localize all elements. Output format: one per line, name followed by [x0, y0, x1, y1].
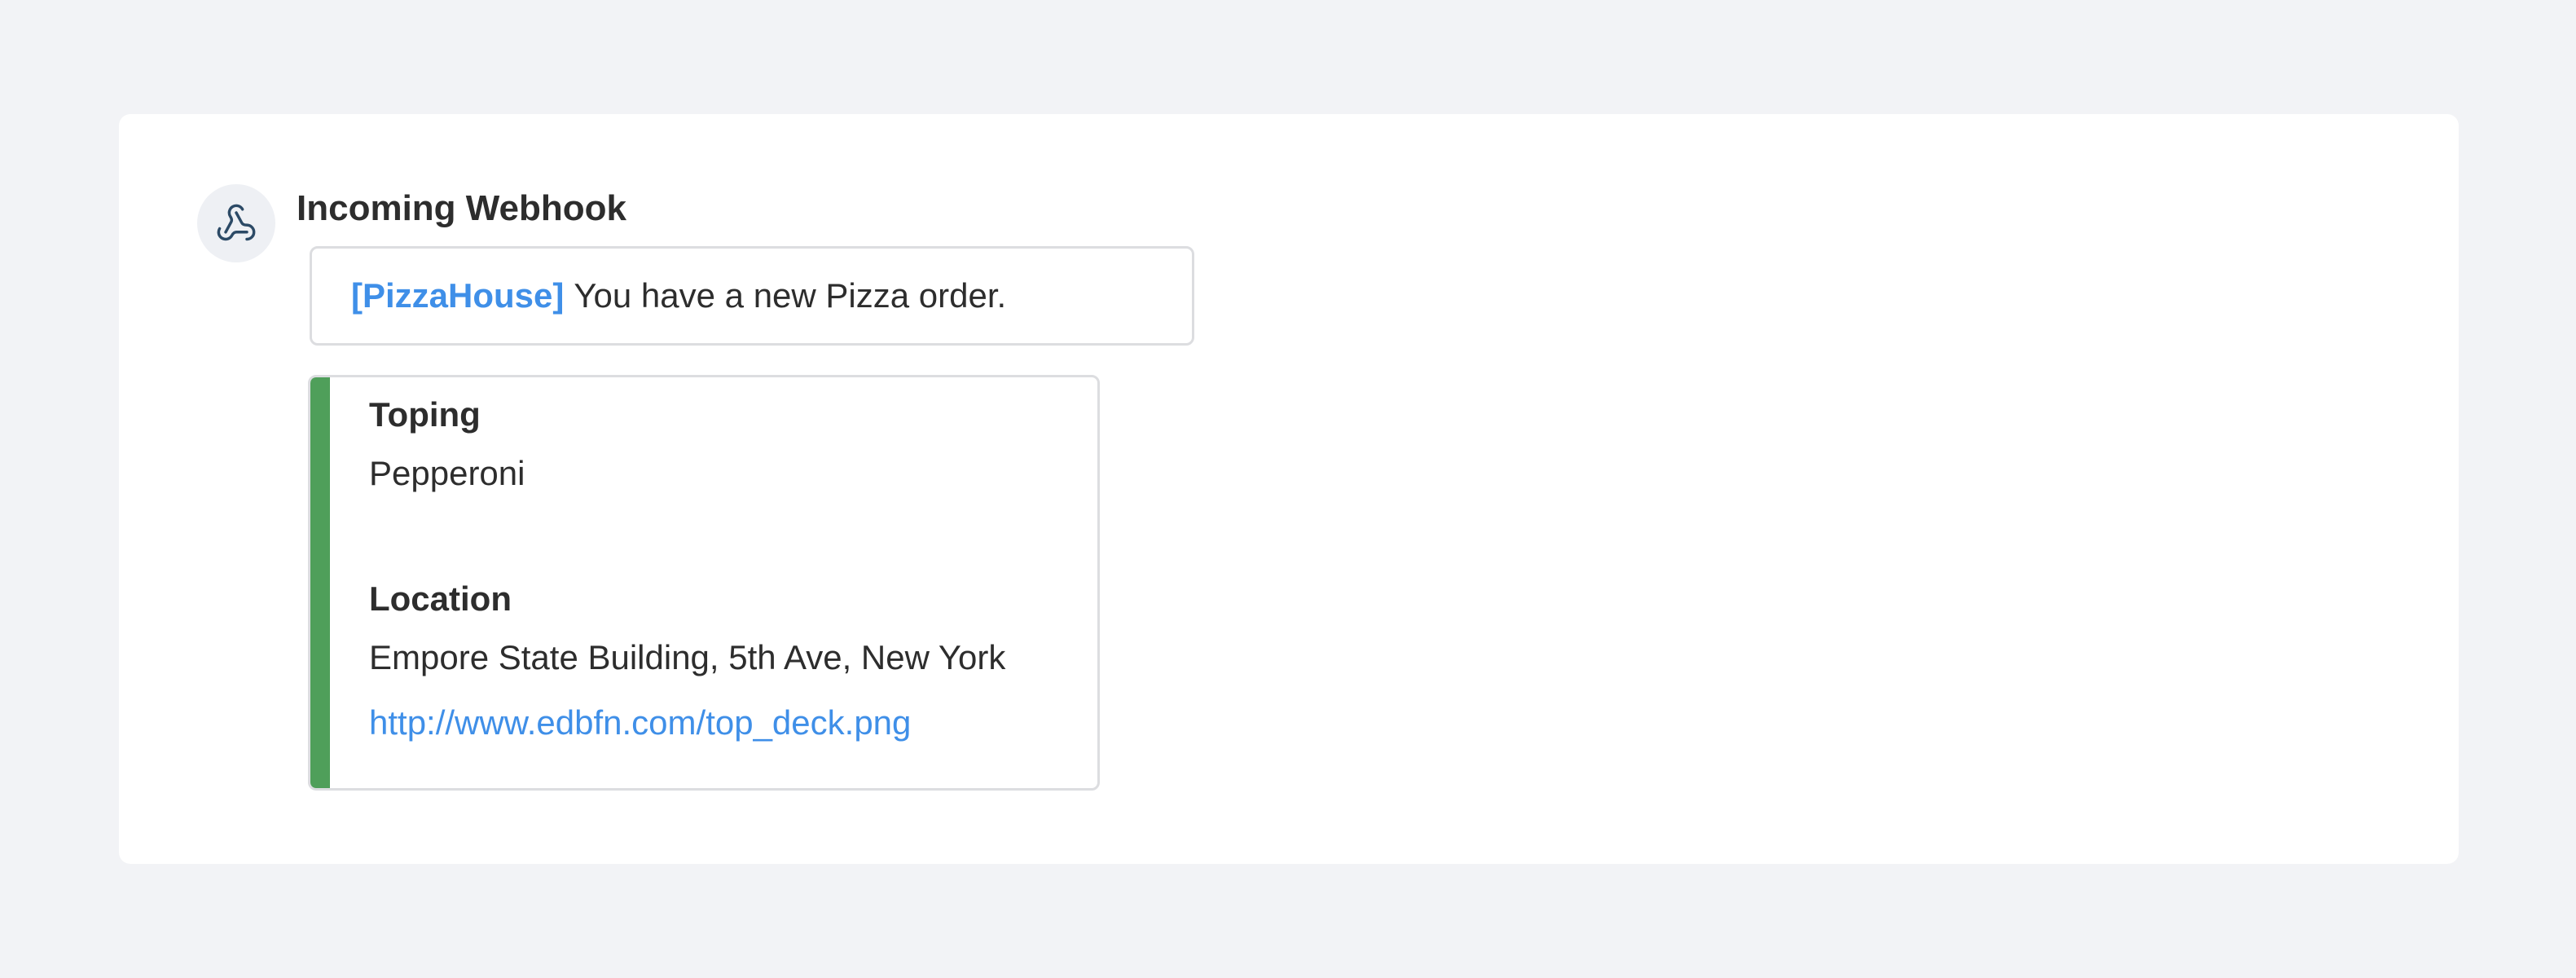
attachment-accent-bar [310, 377, 330, 788]
webhook-icon [217, 204, 256, 241]
sender-name[interactable]: Incoming Webhook [297, 184, 626, 233]
field-value-toping: Pepperoni [369, 454, 525, 492]
message-tag-link[interactable]: [PizzaHouse] [351, 276, 564, 315]
message-card: Incoming Webhook [PizzaHouse] You have a… [119, 114, 2459, 864]
attachment-card: Toping Pepperoni Location Empore State B… [308, 375, 1100, 791]
field-value-location: Empore State Building, 5th Ave, New York [369, 638, 1006, 676]
attachment-link[interactable]: http://www.edbfn.com/top_deck.png [369, 700, 911, 746]
field-title-toping: Toping [369, 395, 481, 434]
message-text-box: [PizzaHouse] You have a new Pizza order. [310, 246, 1194, 346]
message-text: You have a new Pizza order. [574, 276, 1007, 315]
field-title-location: Location [369, 579, 512, 618]
webhook-avatar[interactable] [197, 184, 275, 262]
